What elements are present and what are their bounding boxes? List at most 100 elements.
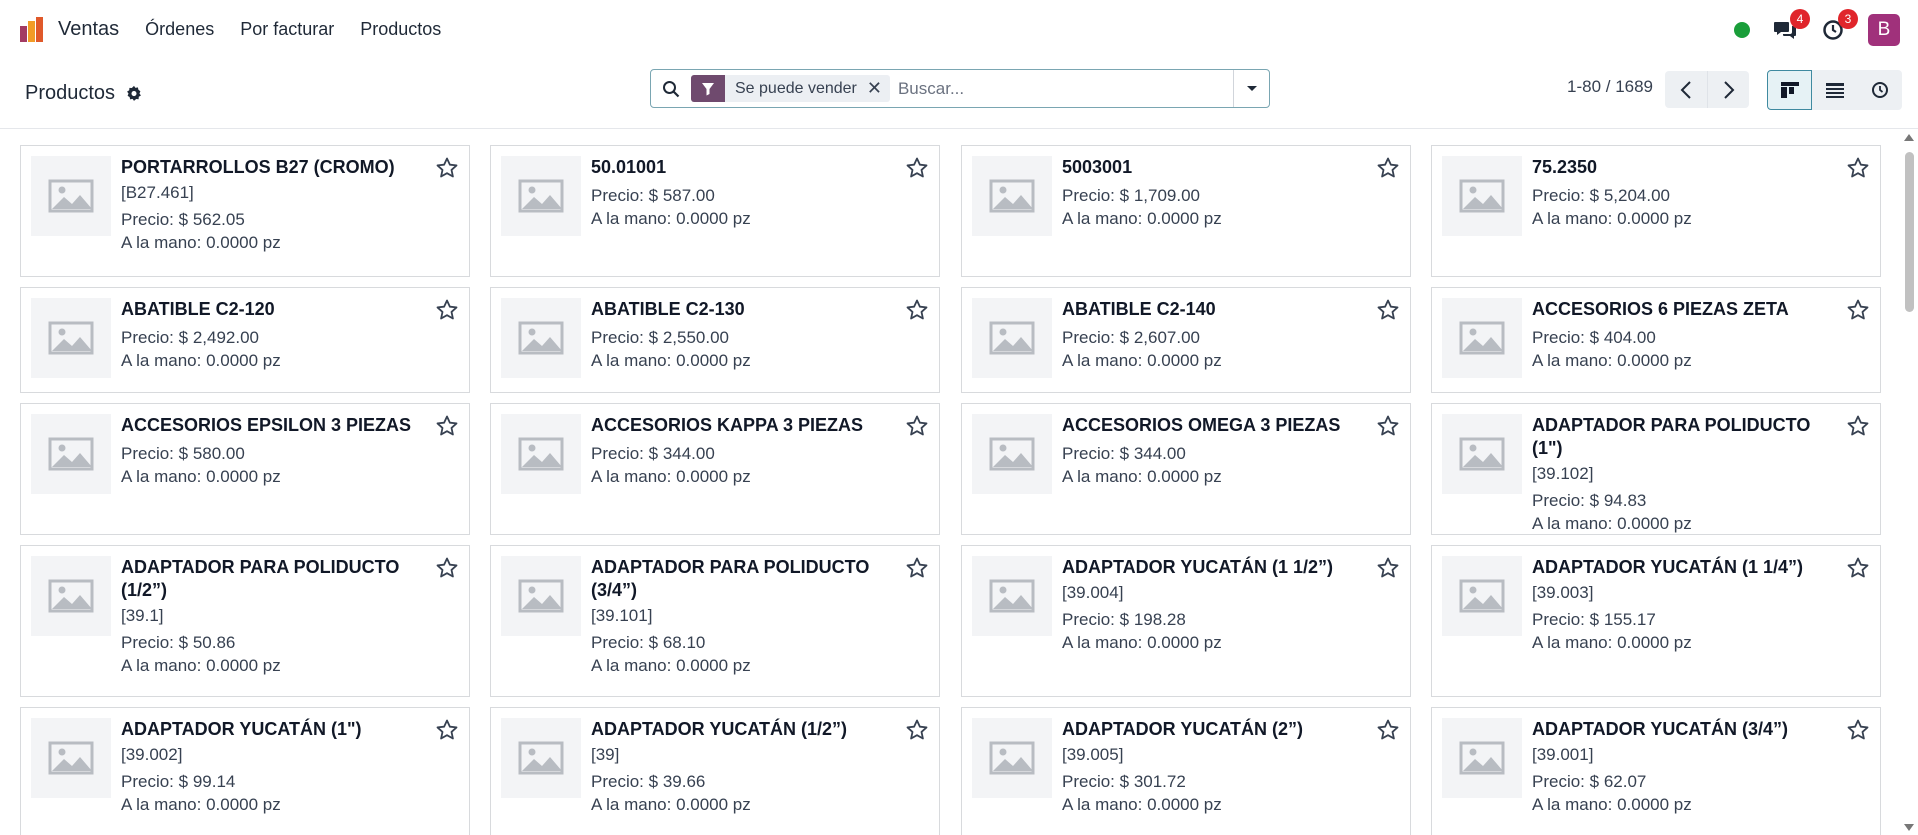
onhand-label: A la mano: — [1062, 633, 1148, 652]
pager-value[interactable]: 1-80 / 1689 — [1567, 77, 1653, 97]
product-onhand: A la mano: 0.0000 pz — [1532, 795, 1842, 815]
favorite-star-icon[interactable] — [905, 718, 929, 742]
product-name: ADAPTADOR YUCATÁN (1") — [121, 719, 362, 739]
favorite-star-icon[interactable] — [1376, 718, 1400, 742]
favorite-star-icon[interactable] — [435, 414, 459, 438]
favorite-star-icon[interactable] — [1846, 414, 1870, 438]
product-card[interactable]: ADAPTADOR YUCATÁN (3/4”) [39.001] Precio: … — [1431, 707, 1881, 835]
search-options-toggle[interactable] — [1233, 70, 1269, 107]
product-price: Precio: $ 1,709.00 — [1062, 186, 1372, 206]
product-price: Precio: $ 580.00 — [121, 444, 431, 464]
product-card[interactable]: ADAPTADOR YUCATÁN (1") [39.002] Precio: $ … — [20, 707, 470, 835]
menu-productos[interactable]: Productos — [360, 19, 441, 40]
product-card-body: ADAPTADOR PARA POLIDUCTO (3/4”) [39.101] P… — [591, 556, 901, 676]
menu-por-facturar[interactable]: Por facturar — [240, 19, 334, 40]
scroll-thumb[interactable] — [1905, 152, 1914, 312]
product-card[interactable]: ACCESORIOS 6 PIEZAS ZETA Precio: $ 404.00… — [1431, 287, 1881, 393]
favorite-star-icon[interactable] — [1846, 718, 1870, 742]
product-name: ADAPTADOR PARA POLIDUCTO (1") — [1532, 415, 1811, 458]
product-card[interactable]: 5003001 Precio: $ 1,709.00 A la mano: 0.00… — [961, 145, 1411, 277]
price-label: Precio: — [121, 210, 179, 229]
control-panel: Productos Se puede vender ✕ 1-80 / 1689 — [0, 59, 1918, 129]
price-label: Precio: — [121, 328, 179, 347]
product-card[interactable]: ADAPTADOR PARA POLIDUCTO (1/2”) [39.1] Pre… — [20, 545, 470, 697]
favorite-star-icon[interactable] — [905, 298, 929, 322]
product-image-placeholder-icon — [972, 156, 1052, 236]
sales-app-logo-icon[interactable] — [18, 16, 46, 44]
favorite-star-icon[interactable] — [905, 414, 929, 438]
product-card-body: ADAPTADOR YUCATÁN (2”) [39.005] Precio: $ … — [1062, 718, 1372, 815]
messages-button[interactable]: 4 — [1772, 8, 1810, 43]
product-onhand: A la mano: 0.0000 pz — [121, 467, 431, 487]
onhand-value: 0.0000 pz — [1617, 633, 1692, 652]
product-card[interactable]: ABATIBLE C2-140 Precio: $ 2,607.00 A la ma… — [961, 287, 1411, 393]
list-view-icon — [1825, 83, 1844, 98]
scrollbar[interactable] — [1900, 130, 1918, 835]
onhand-label: A la mano: — [121, 467, 207, 486]
favorite-star-icon[interactable] — [1846, 156, 1870, 180]
product-name: 5003001 — [1062, 157, 1133, 177]
product-image-placeholder-icon — [31, 298, 111, 378]
app-name[interactable]: Ventas — [58, 18, 119, 41]
scroll-down-icon[interactable] — [1904, 824, 1914, 831]
favorite-star-icon[interactable] — [905, 156, 929, 180]
favorite-star-icon[interactable] — [435, 298, 459, 322]
onhand-label: A la mano: — [591, 656, 677, 675]
remove-facet-icon[interactable]: ✕ — [866, 75, 890, 102]
list-view-button[interactable] — [1812, 70, 1857, 110]
product-card[interactable]: ABATIBLE C2-130 Precio: $ 2,550.00 A la ma… — [490, 287, 940, 393]
product-card[interactable]: PORTARROLLOS B27 (CROMO) [B27.461] Precio:… — [20, 145, 470, 277]
product-price: Precio: $ 2,492.00 — [121, 328, 431, 348]
product-reference: [39.003] — [1532, 583, 1594, 602]
chevron-right-icon — [1723, 80, 1734, 99]
product-card[interactable]: ADAPTADOR YUCATÁN (1/2”) [39] Precio: $ 39… — [490, 707, 940, 835]
gear-icon[interactable] — [125, 85, 143, 103]
kanban-view-button[interactable] — [1767, 70, 1812, 110]
search-input[interactable] — [897, 78, 1233, 99]
page-title[interactable]: Productos — [25, 82, 115, 105]
favorite-star-icon[interactable] — [435, 556, 459, 580]
product-price: Precio: $ 404.00 — [1532, 328, 1842, 348]
activities-button[interactable]: 3 — [1820, 8, 1858, 43]
product-price: Precio: $ 2,550.00 — [591, 328, 901, 348]
pager-next-button[interactable] — [1707, 71, 1749, 108]
product-card[interactable]: ADAPTADOR PARA POLIDUCTO (3/4”) [39.101] P… — [490, 545, 940, 697]
product-image-placeholder-icon — [1442, 414, 1522, 494]
favorite-star-icon[interactable] — [435, 156, 459, 180]
product-name: ACCESORIOS OMEGA 3 PIEZAS — [1062, 415, 1341, 435]
product-card[interactable]: 50.01001 Precio: $ 587.00 A la mano: 0.000… — [490, 145, 940, 277]
onhand-value: 0.0000 pz — [1617, 351, 1692, 370]
user-avatar[interactable]: B — [1868, 13, 1900, 46]
filter-facet[interactable]: Se puede vender ✕ — [691, 75, 890, 102]
product-image-placeholder-icon — [1442, 156, 1522, 236]
price-label: Precio: — [121, 772, 179, 791]
activities-count-badge: 3 — [1838, 8, 1858, 29]
favorite-star-icon[interactable] — [905, 556, 929, 580]
product-card[interactable]: ABATIBLE C2-120 Precio: $ 2,492.00 A la ma… — [20, 287, 470, 393]
favorite-star-icon[interactable] — [1846, 556, 1870, 580]
product-card[interactable]: ACCESORIOS EPSILON 3 PIEZAS Precio: $ 580… — [20, 403, 470, 535]
activity-view-button[interactable] — [1857, 70, 1902, 110]
price-value: $ 198.28 — [1119, 610, 1186, 629]
favorite-star-icon[interactable] — [1376, 156, 1400, 180]
scroll-up-icon[interactable] — [1904, 134, 1914, 141]
product-card[interactable]: ACCESORIOS KAPPA 3 PIEZAS Precio: $ 344.0… — [490, 403, 940, 535]
product-card[interactable]: ACCESORIOS OMEGA 3 PIEZAS Precio: $ 344.0… — [961, 403, 1411, 535]
favorite-star-icon[interactable] — [1376, 414, 1400, 438]
pager-previous-button[interactable] — [1665, 71, 1707, 108]
favorite-star-icon[interactable] — [1846, 298, 1870, 322]
product-card[interactable]: ADAPTADOR YUCATÁN (2”) [39.005] Precio: $ … — [961, 707, 1411, 835]
favorite-star-icon[interactable] — [1376, 298, 1400, 322]
product-card[interactable]: ADAPTADOR YUCATÁN (1 1/4”) [39.003] Precio… — [1431, 545, 1881, 697]
price-label: Precio: — [121, 633, 179, 652]
onhand-value: 0.0000 pz — [1617, 795, 1692, 814]
favorite-star-icon[interactable] — [1376, 556, 1400, 580]
product-card[interactable]: ADAPTADOR PARA POLIDUCTO (1") [39.102] Pre… — [1431, 403, 1881, 535]
product-card[interactable]: 75.2350 Precio: $ 5,204.00 A la mano: 0.00… — [1431, 145, 1881, 277]
menu-ordenes[interactable]: Órdenes — [145, 19, 214, 40]
price-label: Precio: — [1532, 610, 1590, 629]
product-card-body: PORTARROLLOS B27 (CROMO) [B27.461] Precio:… — [121, 156, 431, 253]
price-value: $ 2,492.00 — [178, 328, 259, 347]
product-card[interactable]: ADAPTADOR YUCATÁN (1 1/2”) [39.004] Precio… — [961, 545, 1411, 697]
favorite-star-icon[interactable] — [435, 718, 459, 742]
